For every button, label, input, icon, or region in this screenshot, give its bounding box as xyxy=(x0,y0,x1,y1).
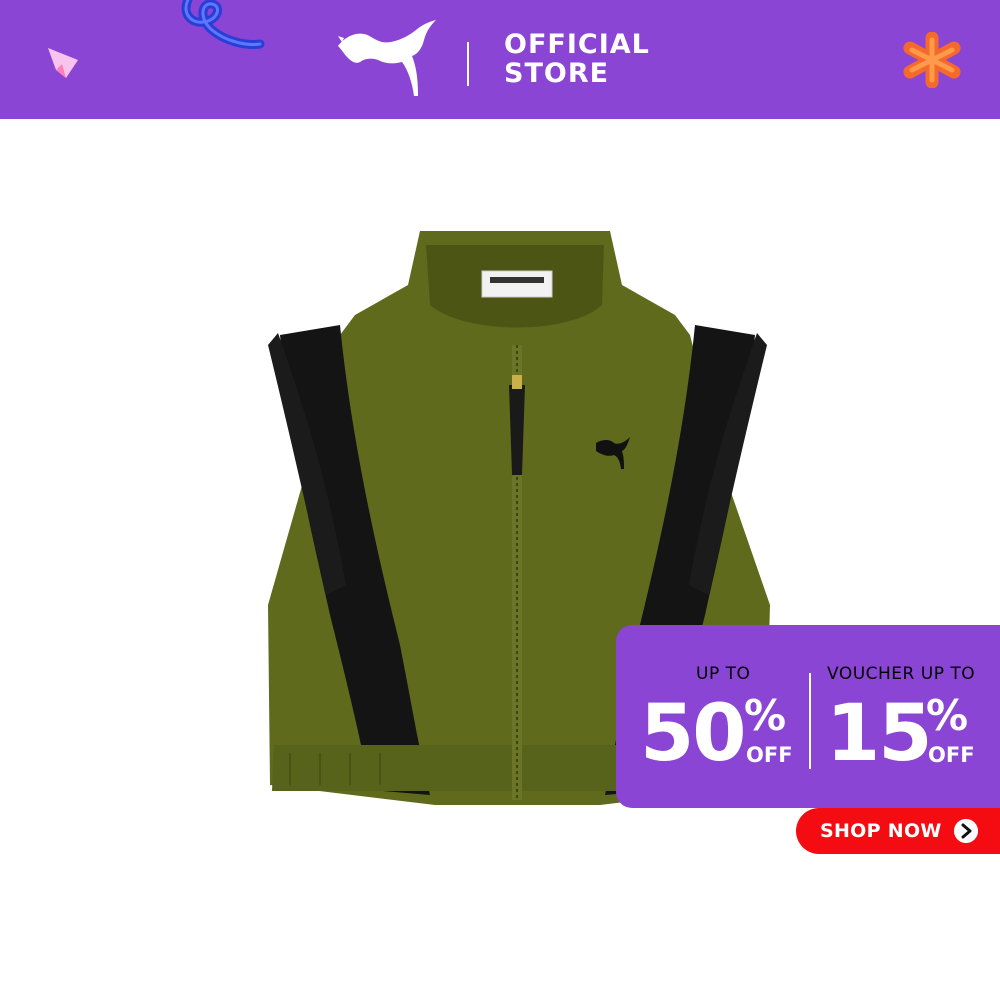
promo-discount-off: OFF xyxy=(746,743,793,767)
promo-voucher-label: VOUCHER UP TO xyxy=(827,664,976,684)
shop-now-label: SHOP NOW xyxy=(820,820,942,842)
official-store-brand: OFFICIAL STORE xyxy=(336,14,656,104)
promo-discount-panel[interactable]: UP TO 50 % OFF VOUCHER UP TO 15 % OFF xyxy=(616,625,1000,808)
arrow-right-icon xyxy=(954,819,978,843)
store-text: STORE xyxy=(504,58,610,89)
promo-discount-percent: % xyxy=(744,691,787,740)
shop-now-button[interactable]: SHOP NOW xyxy=(796,808,1000,854)
puma-logo-icon xyxy=(338,20,436,96)
promo-voucher-value: 15 xyxy=(826,689,933,779)
official-text: OFFICIAL xyxy=(504,29,650,60)
promo-discount-value: 50 xyxy=(640,689,747,779)
sparkle-decoration-icon xyxy=(48,48,78,78)
asterisk-decoration-icon xyxy=(903,32,961,88)
squiggle-decoration-icon xyxy=(181,0,265,49)
brand-divider xyxy=(467,42,469,86)
store-header-banner: OFFICIAL STORE xyxy=(0,0,1000,119)
promo-voucher-off: OFF xyxy=(928,743,975,767)
promo-voucher-percent: % xyxy=(926,691,969,740)
official-store-label: OFFICIAL STORE xyxy=(504,30,650,88)
promo-divider xyxy=(809,673,811,769)
promo-up-to-label: UP TO xyxy=(696,664,751,684)
